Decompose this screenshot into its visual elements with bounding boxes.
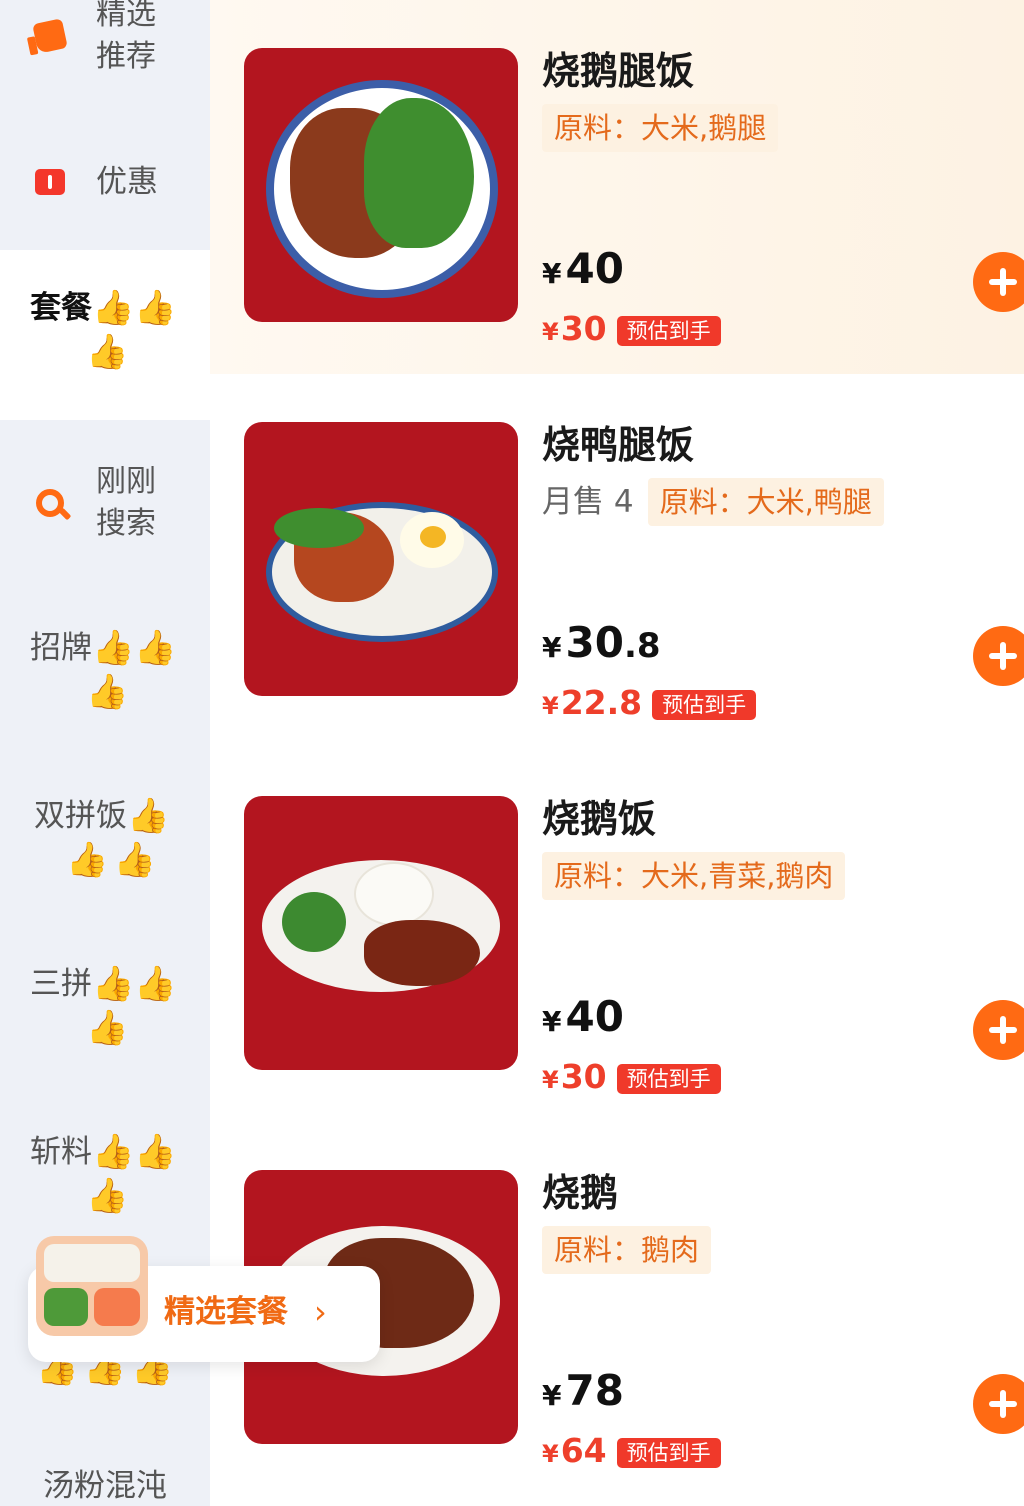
product-meta: 原料：大米,鹅腿 xyxy=(542,104,779,152)
sidebar-item-signature[interactable]: 招牌 👍 👍 👍 xyxy=(0,626,210,716)
sidebar-item-label: 汤粉混沌 xyxy=(43,1468,167,1504)
estimated-tag: 预估到手 xyxy=(616,1437,721,1468)
product-price: ¥40 xyxy=(542,990,624,1049)
product-card[interactable]: 烧鹅腿饭 原料：大米,鹅腿 ¥40 ¥30 预估到手 xyxy=(210,0,1024,374)
sidebar-item-combo[interactable]: 套餐 👍 👍 👍 xyxy=(0,286,210,386)
sidebar-item-label: 优惠 xyxy=(96,164,158,200)
estimated-tag: 预估到手 xyxy=(652,689,757,720)
sidebar-item-label: 三拼 xyxy=(30,966,92,1002)
price-integer: 30 xyxy=(565,618,624,667)
chevron-right-icon: › xyxy=(314,1293,327,1331)
product-name: 烧鹅饭 xyxy=(542,797,657,841)
estimated-price: ¥30 预估到手 xyxy=(542,306,721,355)
thumbs-emoji-icon: 👍 xyxy=(86,1008,129,1048)
sidebar-item-recent-search[interactable]: 刚刚 搜索 xyxy=(0,458,210,548)
sidebar-item-triple[interactable]: 三拼 👍 👍 👍 xyxy=(0,962,210,1052)
label-line: 精选 xyxy=(96,0,156,32)
price-currency: ¥ xyxy=(542,257,562,290)
sidebar-item-chopped[interactable]: 斩料 👍 👍 👍 xyxy=(0,1130,210,1220)
bento-box-icon xyxy=(36,1236,148,1346)
estimated-price: ¥30 预估到手 xyxy=(542,1054,721,1103)
sidebar-item-label: 双拼饭 xyxy=(34,798,127,834)
thumbs-emoji-icon: 👍 xyxy=(66,840,109,880)
thumbs-emoji-icon: 👍 xyxy=(92,964,135,1004)
sidebar-item-discount[interactable]: 优惠 xyxy=(0,160,210,204)
estimated-price-value: 30 xyxy=(560,1057,607,1096)
product-card[interactable]: 烧鹅饭 原料：大米,青菜,鹅肉 ¥40 ¥30 预估到手 xyxy=(210,748,1024,1122)
thumbs-emoji-icon: 👍 xyxy=(134,1132,177,1172)
thumbs-emoji-icon: 👍 xyxy=(113,840,156,880)
product-price: ¥30.8 xyxy=(542,616,661,675)
search-icon xyxy=(24,489,76,517)
price-decimal: .8 xyxy=(623,626,661,666)
price-currency: ¥ xyxy=(542,1066,559,1094)
estimated-tag: 预估到手 xyxy=(616,315,721,346)
thumbs-emoji-icon: 👍 xyxy=(86,672,129,712)
thumbs-emoji-icon: 👍 xyxy=(134,288,177,328)
product-name: 烧鸭腿饭 xyxy=(542,423,695,467)
estimated-price: ¥22.8 预估到手 xyxy=(542,680,757,729)
product-image xyxy=(244,422,518,696)
thumbs-emoji-icon: 👍 xyxy=(92,1132,135,1172)
product-name: 烧鹅 xyxy=(542,1171,619,1215)
thumbs-emoji-icon: 👍 xyxy=(134,628,177,668)
product-meta: 原料：大米,青菜,鹅肉 xyxy=(542,852,846,900)
thumbs-emoji-icon: 👍 xyxy=(86,332,129,372)
sidebar-item-soup[interactable]: 汤粉混沌 xyxy=(0,1464,210,1506)
sidebar-item-recent-search-label: 刚刚 搜索 xyxy=(96,461,176,545)
sidebar-item-label: 斩料 xyxy=(30,1134,92,1170)
sidebar-item-label: 招牌 xyxy=(30,630,92,666)
estimated-price: ¥64 预估到手 xyxy=(542,1428,721,1477)
add-to-cart-button[interactable] xyxy=(973,252,1024,312)
thumbs-up-icon xyxy=(24,18,76,54)
product-price: ¥78 xyxy=(542,1364,624,1423)
price-currency: ¥ xyxy=(542,1005,562,1038)
product-price: ¥40 xyxy=(542,242,624,301)
product-meta: 月售 4 原料：大米,鸭腿 xyxy=(542,478,884,526)
thumbs-emoji-icon: 👍 xyxy=(86,1176,129,1216)
price-currency: ¥ xyxy=(542,318,559,346)
label-line: 搜索 xyxy=(96,506,156,541)
price-integer: 40 xyxy=(565,992,624,1041)
price-integer: 78 xyxy=(565,1366,624,1415)
price-currency: ¥ xyxy=(542,692,559,720)
product-meta: 原料：鹅肉 xyxy=(542,1226,712,1274)
label-line: 推荐 xyxy=(96,39,156,74)
monthly-sales: 月售 4 xyxy=(542,484,634,520)
product-card[interactable]: 烧鸭腿饭 月售 4 原料：大米,鸭腿 ¥30.8 ¥22.8 预估到手 xyxy=(210,374,1024,748)
menu-page: 精选 推荐 优惠 套餐 👍 👍 👍 刚刚 搜索 招牌 👍 👍 👍 双拼饭 👍 👍… xyxy=(0,0,1024,1506)
price-integer: 40 xyxy=(565,244,624,293)
thumbs-emoji-icon: 👍 xyxy=(134,964,177,1004)
estimated-price-value: 22.8 xyxy=(560,683,643,722)
price-currency: ¥ xyxy=(542,1379,562,1412)
price-currency: ¥ xyxy=(542,1440,559,1468)
sidebar-item-label: 套餐 xyxy=(30,290,92,326)
coupon-icon xyxy=(24,169,76,195)
thumbs-emoji-icon: 👍 xyxy=(92,628,135,668)
ingredients-badge: 原料：大米,鹅腿 xyxy=(542,104,779,152)
price-currency: ¥ xyxy=(542,631,562,664)
thumbs-emoji-icon: 👍 xyxy=(127,796,170,836)
popup-label: 精选套餐 xyxy=(164,1294,288,1330)
ingredients-badge: 原料：大米,青菜,鹅肉 xyxy=(542,852,846,900)
product-image xyxy=(244,796,518,1070)
add-to-cart-button[interactable] xyxy=(973,1374,1024,1434)
ingredients-badge: 原料：鹅肉 xyxy=(542,1226,712,1274)
estimated-price-value: 64 xyxy=(560,1431,607,1470)
product-image xyxy=(244,48,518,322)
estimated-price-value: 30 xyxy=(560,309,607,348)
featured-combo-popup[interactable]: 精选套餐 › xyxy=(28,1236,380,1362)
estimated-tag: 预估到手 xyxy=(616,1063,721,1094)
add-to-cart-button[interactable] xyxy=(973,626,1024,686)
add-to-cart-button[interactable] xyxy=(973,1000,1024,1060)
sidebar-item-featured[interactable]: 精选 推荐 xyxy=(0,0,210,86)
product-name: 烧鹅腿饭 xyxy=(542,49,695,93)
thumbs-emoji-icon: 👍 xyxy=(92,288,135,328)
sidebar-item-featured-label: 精选 推荐 xyxy=(96,0,176,78)
sidebar-item-double[interactable]: 双拼饭 👍 👍 👍 xyxy=(0,794,210,884)
label-line: 刚刚 xyxy=(96,464,156,499)
ingredients-badge: 原料：大米,鸭腿 xyxy=(647,478,884,526)
